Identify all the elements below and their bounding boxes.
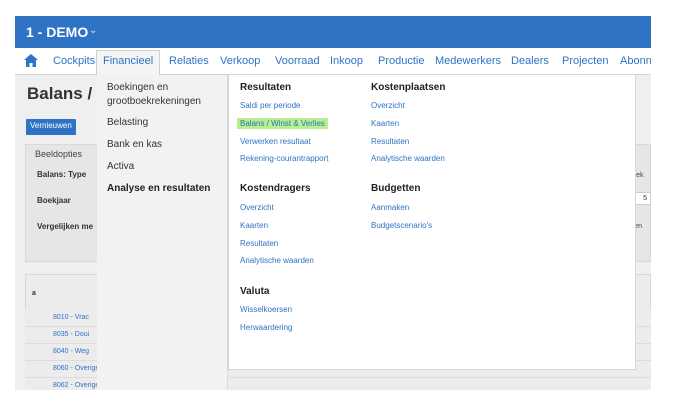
link-budget-aanmaken[interactable]: Aanmaken bbox=[371, 203, 409, 212]
link-budgetscenarios[interactable]: Budgetscenario's bbox=[371, 221, 432, 230]
nav-abonnementen[interactable]: Abonn bbox=[620, 55, 651, 67]
link-kostenplaatsen-resultaten[interactable]: Resultaten bbox=[371, 137, 409, 146]
menu-item-boekingen[interactable]: Boekingen en grootboekrekeningen bbox=[107, 81, 225, 109]
link-kostenplaatsen-kaarten[interactable]: Kaarten bbox=[371, 119, 399, 128]
compare-label: Vergelijken me bbox=[37, 222, 94, 231]
link-herwaardering[interactable]: Herwaardering bbox=[240, 323, 292, 332]
link-verwerken-resultaat[interactable]: Verwerken resultaat bbox=[240, 137, 311, 146]
view-options-heading: Beeldopties bbox=[35, 149, 83, 159]
app-window: 1 - DEMO ⌄ Cockpits Financieel Relaties … bbox=[15, 16, 651, 390]
account-link[interactable]: 8035 - Doui bbox=[53, 331, 89, 338]
menu-item-bank-en-kas[interactable]: Bank en kas bbox=[107, 138, 225, 152]
resultaten-heading: Resultaten bbox=[240, 82, 292, 93]
home-icon[interactable] bbox=[24, 54, 38, 67]
nav-voorraad[interactable]: Voorraad bbox=[275, 55, 320, 67]
nav-cockpits[interactable]: Cockpits bbox=[53, 55, 95, 67]
link-kostendragers-resultaten[interactable]: Resultaten bbox=[240, 239, 278, 248]
division-selector[interactable]: 1 - DEMO bbox=[26, 24, 88, 40]
fiscal-year-label: Boekjaar bbox=[37, 196, 71, 205]
link-kostendragers-overzicht[interactable]: Overzicht bbox=[240, 203, 274, 212]
menu-item-belasting[interactable]: Belasting bbox=[107, 116, 225, 130]
page-title: Balans / \ bbox=[27, 84, 102, 103]
link-kostendragers-kaarten[interactable]: Kaarten bbox=[240, 221, 268, 230]
nav-verkoop[interactable]: Verkoop bbox=[220, 55, 260, 67]
refresh-button[interactable]: Vernieuwen bbox=[26, 119, 76, 135]
nav-financieel[interactable]: Financieel bbox=[96, 50, 161, 75]
section-header: a bbox=[32, 290, 36, 297]
link-kostenplaatsen-overzicht[interactable]: Overzicht bbox=[371, 101, 405, 110]
nav-dealers[interactable]: Dealers bbox=[511, 55, 549, 67]
account-link[interactable]: 8040 - Weg bbox=[53, 348, 89, 355]
link-kostendragers-analytische-waarden[interactable]: Analytische waarden bbox=[240, 256, 314, 265]
link-rekening-courantrapport[interactable]: Rekening-courantrapport bbox=[240, 154, 329, 163]
link-wisselkoersen[interactable]: Wisselkoersen bbox=[240, 305, 292, 314]
nav-inkoop[interactable]: Inkoop bbox=[330, 55, 363, 67]
analyse-flyout: Resultaten Saldi per periode Balans / Wi… bbox=[228, 75, 636, 370]
nav-productie[interactable]: Productie bbox=[378, 55, 424, 67]
main-nav: Cockpits Financieel Relaties Verkoop Voo… bbox=[15, 48, 651, 75]
link-saldi-per-periode[interactable]: Saldi per periode bbox=[240, 101, 300, 110]
nav-projecten[interactable]: Projecten bbox=[562, 55, 608, 67]
menu-item-activa[interactable]: Activa bbox=[107, 160, 225, 174]
financieel-submenu: Boekingen en grootboekrekeningen Belasti… bbox=[97, 75, 228, 390]
link-balans-winst-verlies[interactable]: Balans / Winst & Verlies bbox=[237, 118, 328, 129]
account-link[interactable]: 8010 - Vrac bbox=[53, 314, 89, 321]
link-kostenplaatsen-analytische-waarden[interactable]: Analytische waarden bbox=[371, 154, 445, 163]
account-link[interactable]: 8060 - Overige bbox=[53, 365, 99, 372]
budgetten-heading: Budgetten bbox=[371, 183, 421, 194]
nav-medewerkers[interactable]: Medewerkers bbox=[435, 55, 501, 67]
top-bar: 1 - DEMO ⌄ bbox=[15, 16, 651, 48]
menu-item-analyse[interactable]: Analyse en resultaten bbox=[107, 182, 225, 196]
valuta-heading: Valuta bbox=[240, 286, 270, 297]
kostendragers-heading: Kostendragers bbox=[240, 183, 311, 194]
nav-relaties[interactable]: Relaties bbox=[169, 55, 209, 67]
balance-type-label: Balans: Type bbox=[37, 170, 87, 179]
chevron-down-icon[interactable]: ⌄ bbox=[89, 25, 97, 36]
kostenplaatsen-heading: Kostenplaatsen bbox=[371, 82, 446, 93]
